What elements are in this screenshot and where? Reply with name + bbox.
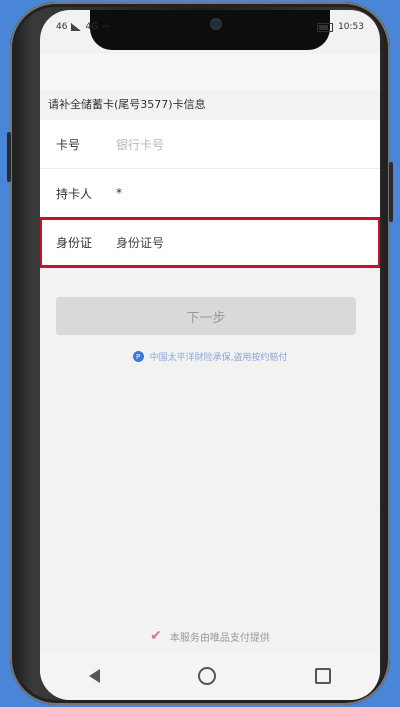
next-step-button[interactable]: 下一步 xyxy=(56,297,356,335)
card-number-label: 卡号 xyxy=(56,137,81,152)
recent-apps-icon[interactable] xyxy=(314,668,331,684)
wifi-icon: ◠ xyxy=(102,22,110,32)
top-band xyxy=(40,54,380,90)
volume-button xyxy=(7,132,11,182)
footer-text: 本服务由唯品支付提供 xyxy=(169,632,270,644)
network-label: 4G xyxy=(85,22,99,32)
vip-logo-icon: ✔ xyxy=(150,628,162,644)
front-camera-icon xyxy=(210,18,222,30)
insurance-note: P 中国太平洋财险承保,盗用按约赔付 xyxy=(40,350,380,363)
battery-icon xyxy=(317,22,334,32)
power-button xyxy=(389,162,393,222)
home-icon[interactable] xyxy=(198,667,217,685)
screen: 46 4G ◠ 10:53 请补全储蓄卡(尾号3577)卡信息 卡号 银行卡号 … xyxy=(40,10,380,700)
card-number-input[interactable]: 银行卡号 xyxy=(116,136,164,153)
cardholder-label: 持卡人 xyxy=(56,186,93,201)
shield-p-icon: P xyxy=(132,351,144,362)
signal-icon xyxy=(71,23,82,31)
id-number-row[interactable]: 身份证 身份证号 xyxy=(40,217,380,268)
back-icon[interactable] xyxy=(89,669,101,683)
card-info-form: 卡号 银行卡号 持卡人 * 身份证 身份证号 xyxy=(40,120,380,268)
id-number-label: 身份证 xyxy=(56,235,93,250)
cardholder-value: * xyxy=(116,186,122,200)
status-time: 10:53 xyxy=(338,22,364,32)
cardholder-row: 持卡人 * xyxy=(40,169,380,218)
id-number-input[interactable]: 身份证号 xyxy=(116,234,164,251)
notch xyxy=(90,10,330,50)
card-number-row[interactable]: 卡号 银行卡号 xyxy=(40,120,380,169)
status-bar-right: 10:53 xyxy=(317,22,364,32)
page-content: 请补全储蓄卡(尾号3577)卡信息 卡号 银行卡号 持卡人 * 身份证 身份证号… xyxy=(40,54,380,654)
phone-frame: 46 4G ◠ 10:53 请补全储蓄卡(尾号3577)卡信息 卡号 银行卡号 … xyxy=(7,2,393,705)
section-title: 请补全储蓄卡(尾号3577)卡信息 xyxy=(40,90,380,120)
carrier-label: 46 xyxy=(56,22,68,32)
system-nav-bar xyxy=(40,652,380,700)
status-bar-left: 46 4G ◠ xyxy=(56,22,109,32)
footer-note: ✔ 本服务由唯品支付提供 xyxy=(40,628,380,644)
insurance-text: 中国太平洋财险承保,盗用按约赔付 xyxy=(149,353,288,363)
